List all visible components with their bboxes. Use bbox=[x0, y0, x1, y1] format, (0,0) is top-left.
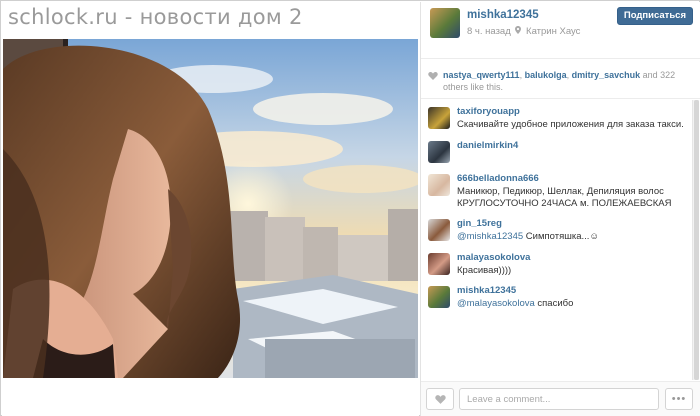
commenter-avatar[interactable] bbox=[428, 286, 450, 308]
follow-button[interactable]: Подписаться bbox=[616, 7, 693, 25]
post-window: schlock.ru - новости дом 2 mishka12345 8… bbox=[0, 0, 700, 416]
heart-icon bbox=[428, 72, 438, 80]
liker-username[interactable]: balukolga bbox=[525, 70, 567, 80]
commenter-avatar[interactable] bbox=[428, 174, 450, 196]
comment-text: @mishka12345 Симпотяшка...☺ bbox=[457, 231, 600, 242]
liker-username[interactable]: dmitry_savchuk bbox=[572, 70, 641, 80]
post-header: mishka12345 8 ч. назад Катрин Хаус Подпи… bbox=[421, 2, 700, 59]
commenter-avatar[interactable] bbox=[428, 107, 450, 129]
commenter-avatar[interactable] bbox=[428, 219, 450, 241]
comment-text: Маникюр, Педикюр, Шеллак, Депиляция воло… bbox=[457, 186, 672, 209]
post-location[interactable]: Катрин Хаус bbox=[526, 26, 580, 37]
comment-username[interactable]: 666belladonna666 bbox=[457, 173, 539, 184]
likes-summary: nastya_qwerty111, balukolga, dmitry_savc… bbox=[443, 70, 676, 92]
like-button[interactable] bbox=[426, 388, 454, 410]
commenter-avatar[interactable] bbox=[428, 141, 450, 163]
post-details-panel: mishka12345 8 ч. назад Катрин Хаус Подпи… bbox=[420, 2, 700, 416]
comment-username[interactable]: malayasokolova bbox=[457, 252, 530, 263]
comment-username[interactable]: taxiforyouapp bbox=[457, 106, 520, 117]
comment-username[interactable]: mishka12345 bbox=[457, 285, 516, 296]
liker-username[interactable]: nastya_qwerty111 bbox=[443, 70, 520, 80]
likes-section: nastya_qwerty111, balukolga, dmitry_savc… bbox=[421, 60, 700, 99]
post-meta: 8 ч. назад Катрин Хаус bbox=[467, 26, 580, 37]
comment-input[interactable] bbox=[459, 388, 659, 410]
comment-username[interactable]: danielmirkin4 bbox=[457, 140, 518, 151]
more-options-icon[interactable]: ••• bbox=[665, 388, 693, 410]
comment-text: Красивая)))) bbox=[457, 265, 512, 276]
owner-username[interactable]: mishka12345 bbox=[467, 9, 539, 21]
comment-username[interactable]: gin_15reg bbox=[457, 218, 502, 229]
commenter-avatar[interactable] bbox=[428, 253, 450, 275]
comments-scrollbar[interactable] bbox=[692, 100, 699, 380]
location-pin-icon bbox=[515, 26, 524, 37]
site-watermark: schlock.ru - новости дом 2 bbox=[8, 5, 303, 29]
comment-text: @malayasokolova спасибо bbox=[457, 298, 574, 309]
comments-list[interactable]: taxiforyouapp Скачивайте удобное приложе… bbox=[421, 100, 691, 380]
heart-icon bbox=[435, 395, 446, 404]
owner-avatar[interactable] bbox=[430, 8, 460, 38]
comment-mention[interactable]: @mishka12345 bbox=[457, 231, 523, 242]
photo-panel: schlock.ru - новости дом 2 bbox=[2, 2, 419, 416]
photo-image bbox=[3, 39, 418, 378]
comment-text: Скачивайте удобное приложения для заказа… bbox=[457, 119, 684, 130]
post-time: 8 ч. назад bbox=[467, 26, 511, 37]
post-photo[interactable] bbox=[3, 39, 418, 378]
comment-footer: ••• bbox=[421, 381, 700, 416]
scrollbar-thumb[interactable] bbox=[694, 100, 699, 380]
comment-mention[interactable]: @malayasokolova bbox=[457, 298, 535, 309]
